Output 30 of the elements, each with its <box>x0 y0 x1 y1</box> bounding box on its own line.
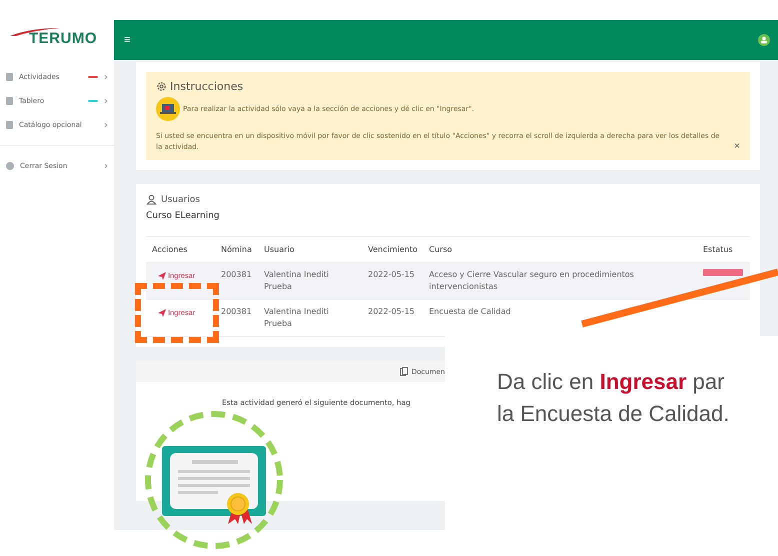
users-title: Usuarios <box>161 194 200 204</box>
logout-icon <box>6 162 14 170</box>
settings-icon <box>156 81 167 92</box>
user-icon <box>146 194 157 205</box>
instructions-title: Instrucciones <box>170 80 244 93</box>
chevron-icon: › <box>104 96 108 106</box>
column-header: Curso <box>423 236 697 262</box>
chevron-icon: › <box>104 120 108 130</box>
document-icon <box>400 367 408 376</box>
clipboard-icon <box>6 73 13 81</box>
menu-button[interactable]: ≡ <box>124 34 130 46</box>
clipboard-icon <box>6 97 13 105</box>
callout-text: Da clic en Ingresar par la Encuesta de Calidad. <box>497 368 730 428</box>
paper-plane-icon <box>158 308 166 316</box>
user-avatar-icon[interactable] <box>758 34 770 46</box>
table-cell: 200381 <box>215 300 258 336</box>
course-name: Curso ELearning <box>146 211 221 221</box>
logo-text: TERUMO <box>29 30 97 47</box>
clipboard-icon <box>6 121 13 129</box>
laptop-video-icon <box>156 97 180 121</box>
close-button[interactable]: × <box>734 141 740 152</box>
table-cell: 2022-05-15 <box>362 300 423 336</box>
table-cell: Valentina Inediti Prueba <box>258 262 362 300</box>
chevron-icon: › <box>104 160 108 172</box>
table-cell: Acceso y Cierre Vascular seguro en procedimientos intervencionistas <box>423 262 697 300</box>
table-cell: 200381 <box>215 262 258 300</box>
chevron-icon: › <box>104 72 108 82</box>
paper-plane-icon <box>158 272 166 280</box>
table-cell: Valentina Inediti Prueba <box>258 300 362 336</box>
table-cell: 2022-05-15 <box>362 262 423 300</box>
